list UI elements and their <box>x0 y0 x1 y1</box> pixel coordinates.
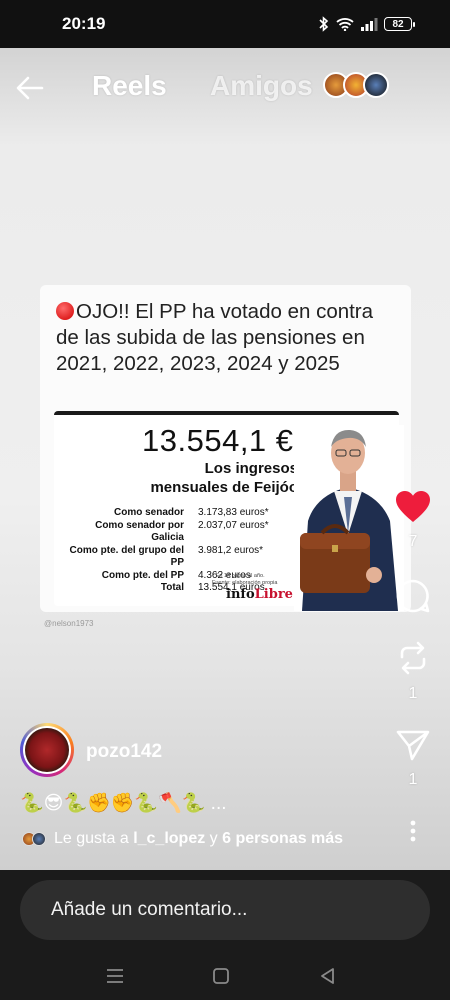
wifi-icon <box>336 18 354 31</box>
source-logo-part: info <box>226 587 255 602</box>
total-amount: 13.554,1 € <box>142 423 294 458</box>
battery-icon: 82 <box>384 17 415 31</box>
repost-count: 1 <box>408 685 418 702</box>
tab-amigos[interactable]: Amigos <box>210 70 313 102</box>
liked-by-user[interactable]: l_c_lopez <box>133 830 205 848</box>
income-label: Total <box>160 582 184 593</box>
post-image: OJO!! El PP ha votado en contra de las s… <box>40 285 411 612</box>
back-icon[interactable] <box>316 964 340 988</box>
repost-icon[interactable] <box>396 641 430 675</box>
share-action[interactable]: 1 <box>393 729 433 789</box>
income-label: Como senador <box>113 507 184 518</box>
comment-placeholder: Añade un comentario... <box>51 899 248 920</box>
share-icon[interactable] <box>396 729 430 761</box>
post-caption[interactable]: 🐍😎🐍✊✊🐍🪓🐍 ... <box>20 791 227 815</box>
back-arrow-icon[interactable] <box>14 72 46 104</box>
image-watermark: @nelson1973 <box>44 619 94 628</box>
bluetooth-icon <box>319 16 329 32</box>
status-icons: 82 <box>318 16 415 32</box>
comment-input[interactable]: Añade un comentario... <box>20 880 430 940</box>
share-count: 1 <box>408 771 418 788</box>
repost-action[interactable]: 1 <box>393 641 433 703</box>
heart-icon[interactable] <box>395 490 431 523</box>
liked-by-prefix: Le gusta a <box>54 830 129 847</box>
income-label: Como senador por Galicia <box>95 519 184 544</box>
footnote-line: Fuente: elaboración propia <box>212 580 278 586</box>
footnote: * En 14 pagas al año. Fuente: elaboració… <box>212 573 277 587</box>
like-action[interactable]: 7 <box>393 490 433 551</box>
battery-level: 82 <box>392 18 404 30</box>
system-nav-bar <box>0 952 450 1000</box>
person-photo <box>294 425 404 611</box>
income-value: 3.173,83 euros* <box>198 507 269 518</box>
income-value: 3.981,2 euros* <box>198 544 264 556</box>
red-circle-icon <box>56 302 74 320</box>
source-logo-part: Libre <box>254 587 293 602</box>
home-icon[interactable] <box>209 964 233 988</box>
status-bar: 20:19 82 <box>0 0 450 48</box>
tab-reels[interactable]: Reels <box>92 70 167 102</box>
income-row: Como senador por Galicia 2.037,07 euros* <box>62 520 288 545</box>
avatar-ring <box>23 726 71 774</box>
income-value: 2.037,07 euros* <box>198 519 269 531</box>
income-row: Como senador 3.173,83 euros* <box>62 507 288 520</box>
liked-by-others[interactable]: 6 personas más <box>222 830 343 848</box>
income-row: Como pte. del grupo del PP 3.981,2 euros* <box>62 545 288 570</box>
footnote-line: * En 14 pagas al año. <box>212 573 265 579</box>
post-headline: OJO!! El PP ha votado en contra de las s… <box>56 299 401 377</box>
avatar-image <box>25 728 69 772</box>
reel-top-bar: Reels Amigos <box>0 48 450 128</box>
friend-avatar <box>363 72 389 98</box>
signal-icon <box>361 18 378 31</box>
more-action[interactable] <box>393 820 433 842</box>
liked-by[interactable]: Le gusta a l_c_lopez y 6 personas más <box>22 830 343 848</box>
comment-icon[interactable] <box>395 578 431 614</box>
headline-text: OJO!! El PP ha votado en contra de las s… <box>56 300 374 375</box>
like-count: 7 <box>408 533 418 550</box>
income-label: Como pte. del PP <box>101 569 184 581</box>
reel-viewer[interactable]: Reels Amigos OJO!! El PP ha votado en co… <box>0 48 450 870</box>
comment-action[interactable] <box>393 578 433 614</box>
liker-avatar <box>32 832 46 846</box>
infographic-subtitle: Los ingresos mensuales de Feijóo <box>150 460 298 496</box>
recents-icon[interactable] <box>103 964 127 988</box>
author-avatar[interactable] <box>20 723 74 777</box>
source-logo: infoLibre <box>226 587 293 602</box>
comment-area: Añade un comentario... <box>0 870 450 952</box>
income-label: Como pte. del grupo del PP <box>69 544 184 569</box>
friend-avatars[interactable] <box>323 72 389 98</box>
more-icon[interactable] <box>410 820 416 842</box>
status-time: 20:19 <box>62 14 106 33</box>
income-infographic: 13.554,1 € Los ingresos mensuales de Fei… <box>54 411 404 611</box>
author-username[interactable]: pozo142 <box>86 741 162 763</box>
liked-by-middle: y <box>209 830 218 847</box>
